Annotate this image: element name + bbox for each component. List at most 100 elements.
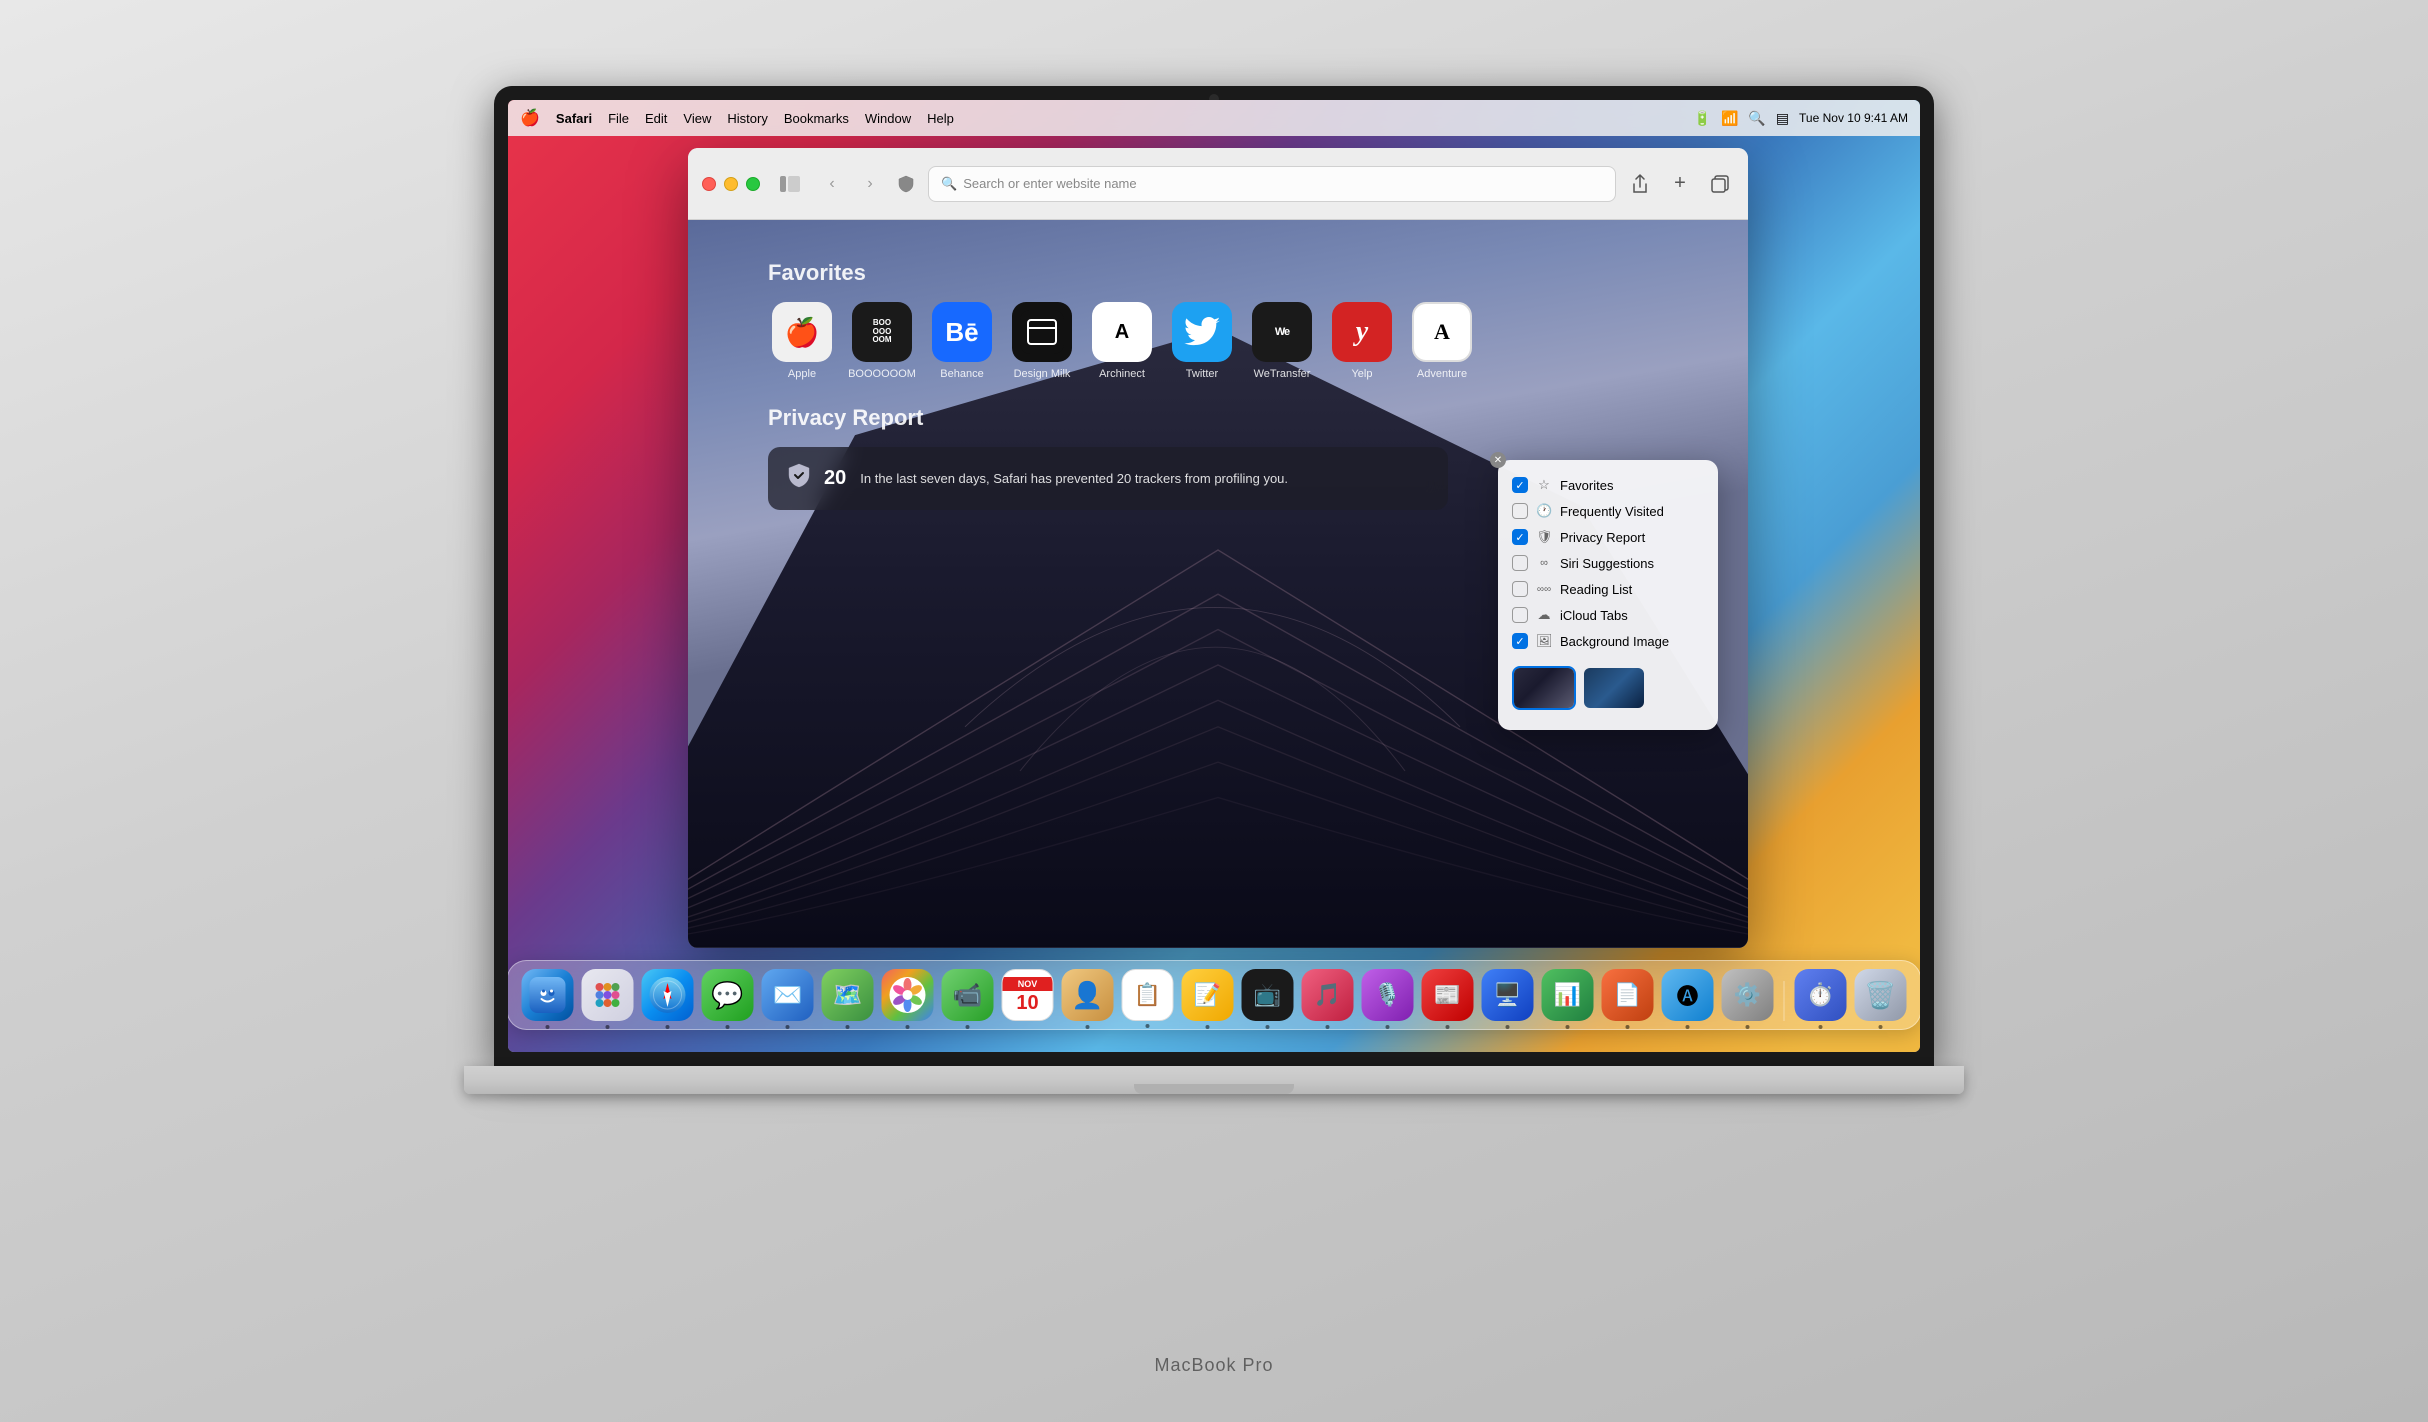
dock-item-screentime[interactable]: ⏱️ <box>1795 969 1847 1021</box>
app-name-menu[interactable]: Safari <box>556 111 592 126</box>
menu-bar-left: 🍎 Safari File Edit View History Bookmark… <box>520 108 954 128</box>
new-tab-button[interactable]: + <box>1666 170 1694 198</box>
frequently-visited-checkbox[interactable] <box>1512 503 1528 519</box>
sidebar-toggle-button[interactable] <box>780 174 808 194</box>
privacy-card[interactable]: 20 In the last seven days, Safari has pr… <box>768 447 1448 510</box>
search-icon[interactable]: 🔍 <box>1748 110 1765 127</box>
favorite-item-archinect[interactable]: A Archinect <box>1088 302 1156 380</box>
minimize-button[interactable] <box>724 177 738 191</box>
dock-item-numbers[interactable]: 📊 <box>1542 969 1594 1021</box>
dock-item-contacts[interactable]: 👤 <box>1062 969 1114 1021</box>
behance-favicon: Bē <box>932 302 992 362</box>
toolbar-right-buttons: + <box>1626 170 1734 198</box>
dock-item-pages[interactable]: 📄 <box>1602 969 1654 1021</box>
apple-menu[interactable]: 🍎 <box>520 108 540 128</box>
privacy-report-checkbox[interactable]: ✓ <box>1512 529 1528 545</box>
view-menu[interactable]: View <box>683 111 711 126</box>
dock-item-podcasts[interactable]: 🎙️ <box>1362 969 1414 1021</box>
window-menu[interactable]: Window <box>865 111 911 126</box>
dock-item-music[interactable]: 🎵 <box>1302 969 1354 1021</box>
wetransfer-favicon: We <box>1252 302 1312 362</box>
dock-item-mail[interactable]: ✉️ <box>762 969 814 1021</box>
url-input[interactable]: Search or enter website name <box>963 176 1603 191</box>
yelp-label: Yelp <box>1328 368 1396 380</box>
wifi-icon: 📶 <box>1721 110 1738 127</box>
dock-item-notes[interactable]: 📝 <box>1182 969 1234 1021</box>
edit-menu[interactable]: Edit <box>645 111 667 126</box>
background-thumbnails <box>1498 658 1718 718</box>
designmilk-label: Design Milk <box>1008 368 1076 380</box>
dock-item-tv[interactable]: 📺 <box>1242 969 1294 1021</box>
favorite-item-boooom[interactable]: BOOOOOOOM BOOOOOOM <box>848 302 916 380</box>
popup-close-button[interactable]: ✕ <box>1490 452 1506 468</box>
favorite-item-wetransfer[interactable]: We WeTransfer <box>1248 302 1316 380</box>
favorites-grid: 🍎 Apple BOOOOOOOM BOOOOOOM <box>768 302 1476 380</box>
siri-suggestions-label: Siri Suggestions <box>1560 556 1654 571</box>
file-menu[interactable]: File <box>608 111 629 126</box>
close-button[interactable] <box>702 177 716 191</box>
dock-item-safari[interactable] <box>642 969 694 1021</box>
reading-list-icon: ∞∞ <box>1536 584 1552 595</box>
shield-popup-icon: 🛡 <box>1536 529 1552 545</box>
url-search-icon: 🔍 <box>941 176 957 192</box>
forward-button[interactable]: › <box>856 170 884 198</box>
fullscreen-button[interactable] <box>746 177 760 191</box>
dock-item-keynote[interactable]: 🖥️ <box>1482 969 1534 1021</box>
control-center-icon[interactable]: ▤ <box>1776 110 1789 127</box>
popup-item-siri-suggestions[interactable]: ∞ Siri Suggestions <box>1498 550 1718 576</box>
dock-item-launchpad[interactable] <box>582 969 634 1021</box>
datetime-display: Tue Nov 10 9:41 AM <box>1799 111 1908 125</box>
dock-item-messages[interactable]: 💬 <box>702 969 754 1021</box>
favorite-item-apple[interactable]: 🍎 Apple <box>768 302 836 380</box>
dock-item-photos[interactable] <box>882 969 934 1021</box>
icloud-tabs-checkbox[interactable] <box>1512 607 1528 623</box>
tabs-button[interactable] <box>1706 170 1734 198</box>
privacy-shield-icon <box>894 172 918 196</box>
background-image-checkbox[interactable]: ✓ <box>1512 633 1528 649</box>
siri-suggestions-checkbox[interactable] <box>1512 555 1528 571</box>
favorites-star-icon: ☆ <box>1536 477 1552 493</box>
popup-item-reading-list[interactable]: ∞∞ Reading List <box>1498 576 1718 602</box>
privacy-message-text: In the last seven days, Safari has preve… <box>860 471 1428 486</box>
dock-item-calendar[interactable]: NOV 10 <box>1002 969 1054 1021</box>
bg-thumb-mountain[interactable] <box>1512 666 1576 710</box>
bookmarks-menu[interactable]: Bookmarks <box>784 111 849 126</box>
help-menu[interactable]: Help <box>927 111 954 126</box>
apple-favicon: 🍎 <box>772 302 832 362</box>
behance-label: Behance <box>928 368 996 380</box>
favorite-item-designmilk[interactable]: Design Milk <box>1008 302 1076 380</box>
dock-item-facetime[interactable]: 📹 <box>942 969 994 1021</box>
dock-item-trash[interactable]: 🗑️ <box>1855 969 1907 1021</box>
popup-item-icloud-tabs[interactable]: ☁ iCloud Tabs <box>1498 602 1718 628</box>
adventure-label: Adventure <box>1408 368 1476 380</box>
privacy-shield-big-icon <box>788 463 810 494</box>
popup-item-background-image[interactable]: ✓ 🖼 Background Image <box>1498 628 1718 654</box>
menu-bar: 🍎 Safari File Edit View History Bookmark… <box>508 100 1920 136</box>
favorite-item-twitter[interactable]: Twitter <box>1168 302 1236 380</box>
dock-item-reminders[interactable]: 📋 <box>1122 969 1174 1021</box>
favorite-item-adventure[interactable]: A Adventure <box>1408 302 1476 380</box>
back-button[interactable]: ‹ <box>818 170 846 198</box>
frequently-visited-label: Frequently Visited <box>1560 504 1664 519</box>
reading-list-checkbox[interactable] <box>1512 581 1528 597</box>
bg-thumb-galaxy[interactable] <box>1582 666 1646 710</box>
clock-icon: 🕐 <box>1536 503 1552 519</box>
popup-item-privacy-report[interactable]: ✓ 🛡 Privacy Report <box>1498 524 1718 550</box>
adventure-favicon: A <box>1412 302 1472 362</box>
image-icon: 🖼 <box>1536 633 1552 649</box>
favorites-checkbox[interactable]: ✓ <box>1512 477 1528 493</box>
popup-item-favorites[interactable]: ✓ ☆ Favorites <box>1498 472 1718 498</box>
favorite-item-yelp[interactable]: y Yelp <box>1328 302 1396 380</box>
share-button[interactable] <box>1626 170 1654 198</box>
url-bar[interactable]: 🔍 Search or enter website name <box>928 166 1616 202</box>
dock-item-finder[interactable] <box>522 969 574 1021</box>
dock-item-systemprefs[interactable]: ⚙️ <box>1722 969 1774 1021</box>
dock-item-appstore[interactable]: 🅐 <box>1662 969 1714 1021</box>
history-menu[interactable]: History <box>727 111 767 126</box>
archinect-favicon: A <box>1092 302 1152 362</box>
favorite-item-behance[interactable]: Bē Behance <box>928 302 996 380</box>
dock-item-news[interactable]: 📰 <box>1422 969 1474 1021</box>
dock-item-maps[interactable]: 🗺️ <box>822 969 874 1021</box>
popup-item-frequently-visited[interactable]: 🕐 Frequently Visited <box>1498 498 1718 524</box>
icloud-tabs-label: iCloud Tabs <box>1560 608 1628 623</box>
